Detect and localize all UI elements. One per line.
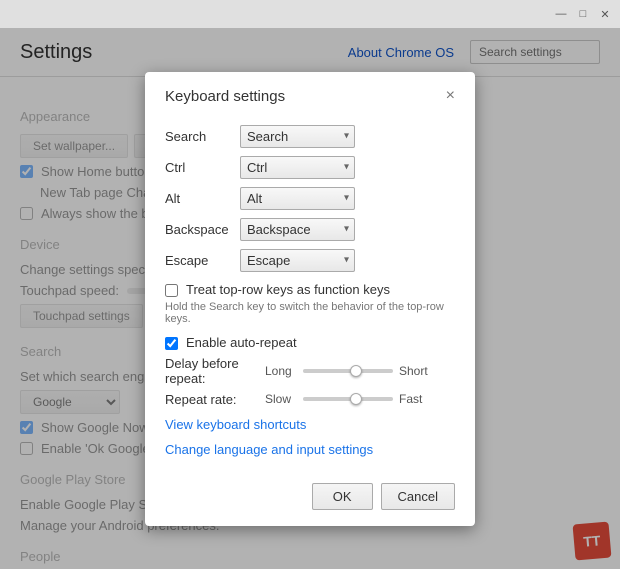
modal-overlay: Keyboard settings × Search Search Ctrl — [0, 28, 620, 569]
title-bar: — □ ✕ — [0, 0, 620, 28]
slider-section: Delay before repeat: Long Short Repeat r… — [165, 356, 455, 407]
maximize-button[interactable]: □ — [576, 7, 590, 21]
ctrl-key-select-wrap: Ctrl — [240, 156, 355, 179]
function-keys-label: Treat top-row keys as function keys — [186, 282, 390, 297]
escape-key-select-wrap: Escape — [240, 249, 355, 272]
auto-repeat-checkbox[interactable] — [165, 337, 178, 350]
repeat-rate-label: Repeat rate: — [165, 392, 265, 407]
repeat-max-label: Fast — [399, 392, 422, 406]
alt-key-select-wrap: Alt — [240, 187, 355, 210]
search-key-row: Search Search — [165, 125, 455, 148]
ctrl-key-row: Ctrl Ctrl — [165, 156, 455, 179]
backspace-key-row: Backspace Backspace — [165, 218, 455, 241]
ctrl-key-select[interactable]: Ctrl — [240, 156, 355, 179]
ok-button[interactable]: OK — [312, 483, 373, 510]
search-key-select[interactable]: Search — [240, 125, 355, 148]
delay-max-label: Short — [399, 364, 428, 378]
repeat-min-label: Slow — [265, 392, 297, 406]
repeat-slider-track[interactable] — [303, 397, 393, 401]
alt-key-label: Alt — [165, 191, 240, 206]
change-language-link[interactable]: Change language and input settings — [165, 442, 455, 457]
dialog-footer: OK Cancel — [145, 473, 475, 526]
delay-slider-thumb[interactable] — [350, 365, 362, 377]
alt-key-row: Alt Alt — [165, 187, 455, 210]
close-window-button[interactable]: ✕ — [598, 7, 612, 21]
backspace-key-select-wrap: Backspace — [240, 218, 355, 241]
dialog-header: Keyboard settings × — [145, 72, 475, 117]
keyboard-settings-dialog: Keyboard settings × Search Search Ctrl — [145, 72, 475, 526]
escape-key-row: Escape Escape — [165, 249, 455, 272]
function-keys-hint: Hold the Search key to switch the behavi… — [165, 301, 455, 325]
backspace-key-select[interactable]: Backspace — [240, 218, 355, 241]
escape-key-label: Escape — [165, 253, 240, 268]
search-key-label: Search — [165, 129, 240, 144]
delay-label: Delay before repeat: — [165, 356, 265, 386]
view-shortcuts-link[interactable]: View keyboard shortcuts — [165, 417, 455, 432]
search-key-select-wrap: Search — [240, 125, 355, 148]
backspace-key-label: Backspace — [165, 222, 240, 237]
settings-page: Settings About Chrome OS Appearance Set … — [0, 28, 620, 569]
delay-min-label: Long — [265, 364, 297, 378]
dialog-close-button[interactable]: × — [446, 88, 455, 104]
function-keys-row: Treat top-row keys as function keys — [165, 282, 455, 297]
cancel-button[interactable]: Cancel — [381, 483, 455, 510]
dialog-body: Search Search Ctrl Ctrl — [145, 117, 475, 473]
repeat-rate-row: Repeat rate: Slow Fast — [165, 392, 455, 407]
repeat-slider-thumb[interactable] — [350, 393, 362, 405]
escape-key-select[interactable]: Escape — [240, 249, 355, 272]
minimize-button[interactable]: — — [554, 7, 568, 21]
delay-row: Delay before repeat: Long Short — [165, 356, 455, 386]
auto-repeat-row: Enable auto-repeat — [165, 335, 455, 350]
ctrl-key-label: Ctrl — [165, 160, 240, 175]
auto-repeat-label: Enable auto-repeat — [186, 335, 297, 350]
dialog-title: Keyboard settings — [165, 88, 285, 105]
delay-slider-track[interactable] — [303, 369, 393, 373]
alt-key-select[interactable]: Alt — [240, 187, 355, 210]
function-keys-checkbox[interactable] — [165, 284, 178, 297]
